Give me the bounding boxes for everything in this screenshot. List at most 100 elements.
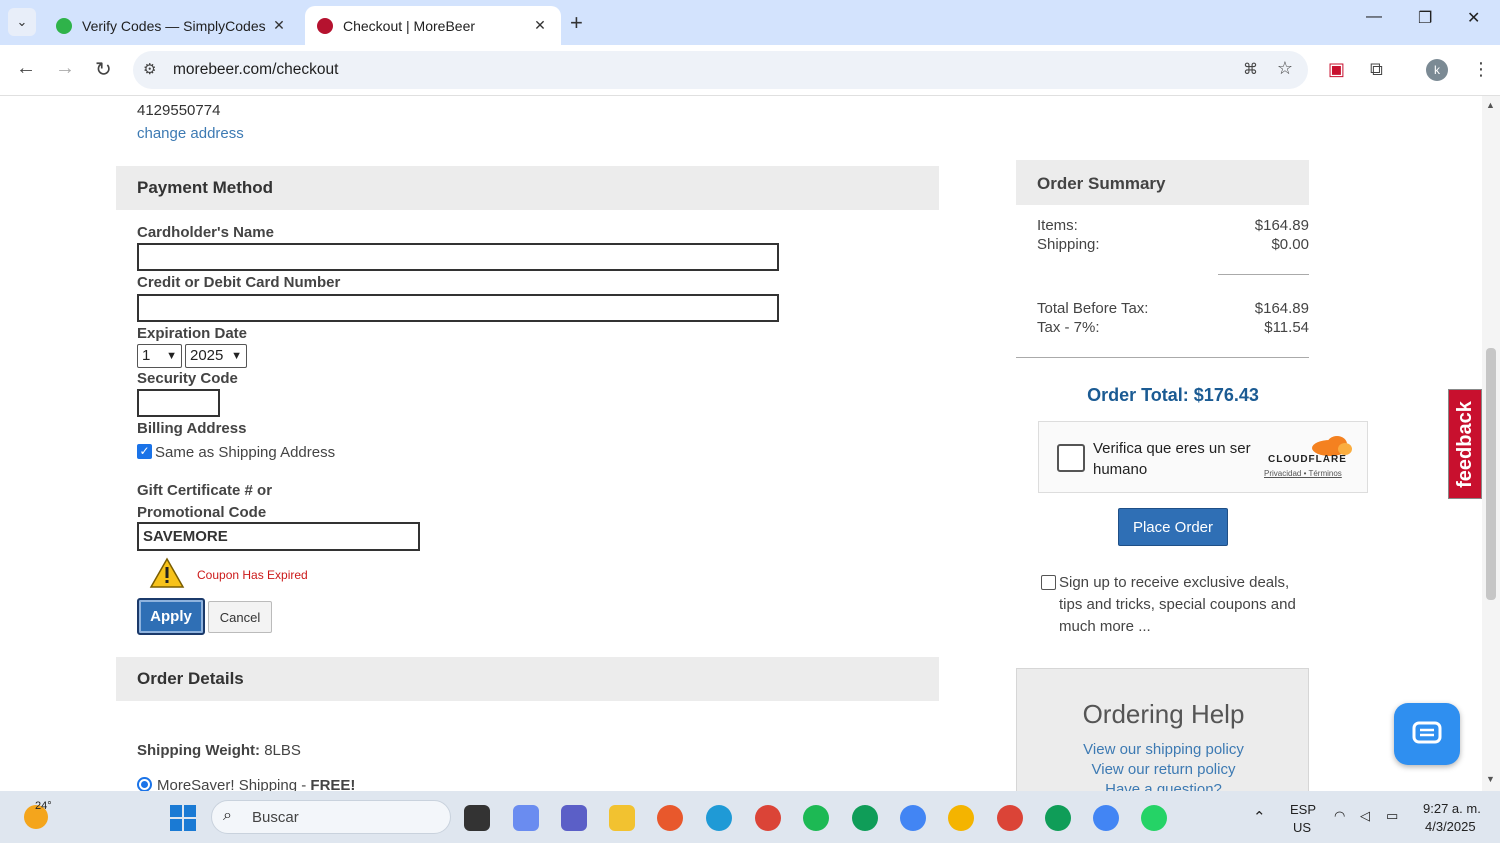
- language-indicator[interactable]: ESP: [1290, 802, 1316, 817]
- chrome-profile-icon[interactable]: [1093, 805, 1119, 831]
- chrome-profile-icon[interactable]: [1045, 805, 1071, 831]
- order-total: Order Total: $176.43: [1087, 385, 1259, 405]
- shipping-option-label[interactable]: MoreSaver! Shipping - FREE!: [157, 777, 355, 791]
- scroll-down-icon[interactable]: ▼: [1486, 774, 1495, 784]
- chat-icon: [1412, 721, 1442, 744]
- promo-code-input[interactable]: SAVEMORE: [137, 522, 420, 551]
- shipping-option-radio[interactable]: [137, 777, 152, 791]
- site-info-icon[interactable]: ⚙: [143, 60, 156, 78]
- card-number-input[interactable]: [137, 294, 779, 322]
- same-as-shipping-checkbox[interactable]: ✓: [137, 444, 152, 459]
- chrome-profile-icon[interactable]: [852, 805, 878, 831]
- return-policy-link[interactable]: View our return policy: [1017, 761, 1310, 778]
- before-tax-value: $164.89: [1254, 300, 1309, 317]
- shipping-weight-label: Shipping Weight:: [137, 742, 261, 759]
- wifi-icon[interactable]: ◠: [1334, 808, 1345, 824]
- extension-icon[interactable]: ▣: [1328, 59, 1345, 80]
- apply-button[interactable]: Apply: [137, 598, 205, 635]
- page-scrollbar[interactable]: ▲ ▼: [1482, 96, 1500, 791]
- have-question-link[interactable]: Have a question?: [1017, 781, 1310, 791]
- tab-morebeer[interactable]: Checkout | MoreBeer ✕: [305, 6, 561, 45]
- whatsapp-icon[interactable]: [1141, 805, 1167, 831]
- summary-divider: [1218, 274, 1309, 275]
- shipping-label: Shipping:: [1037, 236, 1100, 253]
- volume-icon[interactable]: ◁: [1360, 808, 1370, 824]
- menu-dots-icon[interactable]: ⋮: [1472, 59, 1490, 80]
- gift-certificate-label: Gift Certificate # or Promotional Code: [137, 482, 273, 521]
- translate-icon[interactable]: ⌘: [1243, 60, 1258, 78]
- close-icon[interactable]: ✕: [531, 17, 549, 34]
- cardholder-name-input[interactable]: [137, 243, 779, 271]
- summary-divider: [1016, 357, 1309, 358]
- minimize-icon[interactable]: —: [1366, 8, 1382, 26]
- tab-search-button[interactable]: ⌄: [8, 8, 36, 36]
- scroll-up-icon[interactable]: ▲: [1486, 100, 1495, 110]
- section-title: Order Summary: [1037, 174, 1166, 193]
- exp-month-value: 1: [142, 347, 151, 364]
- cloudflare-cloud-icon: [1312, 436, 1352, 456]
- chrome-profile-icon[interactable]: [948, 805, 974, 831]
- back-icon[interactable]: ←: [16, 57, 36, 80]
- firefox-icon[interactable]: [657, 805, 683, 831]
- clock-time[interactable]: 9:27 a. m.: [1423, 801, 1481, 816]
- address-bar[interactable]: ⚙ morebeer.com/checkout ⌘ ☆: [133, 51, 1308, 89]
- copilot-icon[interactable]: [513, 805, 539, 831]
- region-indicator[interactable]: US: [1293, 820, 1311, 835]
- same-as-shipping-label[interactable]: Same as Shipping Address: [155, 444, 335, 461]
- ordering-help-box: Ordering Help View our shipping policy V…: [1016, 668, 1309, 791]
- search-icon: ⌕: [223, 807, 232, 824]
- cardholder-label: Cardholder's Name: [137, 224, 274, 241]
- shipping-weight: Shipping Weight: 8LBS: [137, 742, 301, 759]
- summary-tax-row: Tax - 7%: $11.54: [1037, 319, 1309, 336]
- url-text[interactable]: morebeer.com/checkout: [173, 61, 338, 79]
- coupon-error-message: Coupon Has Expired: [197, 568, 308, 582]
- security-code-input[interactable]: [137, 389, 220, 417]
- chrome-icon[interactable]: [755, 805, 781, 831]
- signup-label[interactable]: Sign up to receive exclusive deals, tips…: [1059, 572, 1309, 638]
- clock-date[interactable]: 4/3/2025: [1425, 819, 1476, 834]
- windows-start-icon[interactable]: [170, 805, 196, 831]
- spotify-icon[interactable]: [803, 805, 829, 831]
- battery-icon[interactable]: ▭: [1386, 808, 1398, 824]
- chevron-down-icon: ▼: [166, 350, 177, 362]
- morebeer-favicon-icon: [317, 17, 333, 34]
- feedback-tab[interactable]: feedback: [1448, 389, 1482, 499]
- cloudflare-captcha: Verifica que eres un ser humano CLOUDFLA…: [1038, 421, 1368, 493]
- extensions-puzzle-icon[interactable]: ⧉: [1370, 59, 1383, 80]
- tab-simplycodes[interactable]: Verify Codes — SimplyCodes ✕: [44, 6, 300, 45]
- feedback-label: feedback: [1453, 400, 1476, 488]
- teams-icon[interactable]: [561, 805, 587, 831]
- chat-widget-button[interactable]: [1394, 703, 1460, 765]
- chrome-profile-icon[interactable]: [997, 805, 1023, 831]
- summary-shipping-row: Shipping: $0.00: [1037, 236, 1309, 253]
- exp-month-select[interactable]: 1 ▼: [137, 344, 182, 368]
- taskbar-search[interactable]: ⌕ Buscar: [211, 800, 451, 834]
- bookmark-star-icon[interactable]: ☆: [1277, 58, 1293, 79]
- show-hidden-icons-icon[interactable]: ⌃: [1253, 808, 1266, 826]
- shipping-policy-link[interactable]: View our shipping policy: [1017, 741, 1310, 758]
- restore-icon[interactable]: ❐: [1418, 8, 1432, 28]
- billing-address-label: Billing Address: [137, 420, 247, 437]
- close-window-icon[interactable]: ✕: [1467, 8, 1480, 28]
- forward-icon[interactable]: →: [55, 57, 75, 80]
- signup-checkbox[interactable]: [1041, 575, 1056, 590]
- scrollbar-thumb[interactable]: [1486, 348, 1496, 600]
- tax-value: $11.54: [1264, 319, 1309, 336]
- cancel-button[interactable]: Cancel: [208, 601, 272, 633]
- new-tab-icon[interactable]: +: [570, 10, 583, 36]
- change-address-link[interactable]: change address: [137, 125, 244, 142]
- task-view-icon[interactable]: [464, 805, 490, 831]
- profile-avatar[interactable]: k: [1426, 59, 1448, 81]
- reload-icon[interactable]: ↻: [95, 57, 112, 82]
- ordering-help-title: Ordering Help: [1082, 699, 1245, 729]
- file-explorer-icon[interactable]: [609, 805, 635, 831]
- close-icon[interactable]: ✕: [270, 17, 288, 34]
- chevron-down-icon: ▼: [231, 350, 242, 362]
- before-tax-label: Total Before Tax:: [1037, 300, 1149, 317]
- captcha-checkbox[interactable]: [1057, 444, 1085, 472]
- captcha-links[interactable]: Privacidad • Términos: [1264, 469, 1342, 478]
- place-order-button[interactable]: Place Order: [1118, 508, 1228, 546]
- edge-icon[interactable]: [706, 805, 732, 831]
- chrome-profile-icon[interactable]: [900, 805, 926, 831]
- exp-year-select[interactable]: 2025 ▼: [185, 344, 247, 368]
